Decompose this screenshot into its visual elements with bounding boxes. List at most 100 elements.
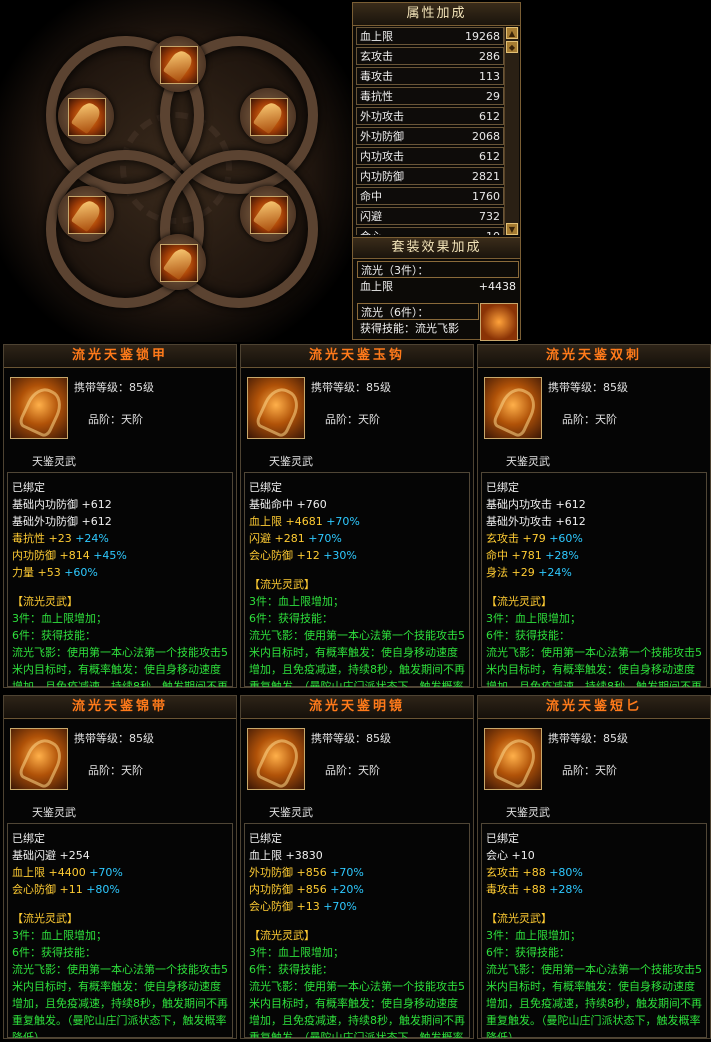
item-level: 携带等级：85级 [311,732,391,745]
attribute-name: 内功攻击 [360,150,404,163]
item-level: 携带等级：85级 [548,732,628,745]
armor-icon[interactable] [10,377,68,439]
set-tier6: 6件：获得技能： [12,946,96,959]
stat-value: +4400 [48,866,86,879]
hook-icon[interactable] [247,377,305,439]
mirror-icon [250,98,288,136]
stat-bonus: +24% [75,532,109,545]
skill-icon[interactable] [480,303,518,341]
attribute-name: 内功防御 [360,170,404,183]
scroll-up-icon[interactable]: ▲ [506,27,518,39]
skill-description: 流光飞影：使用第一本心法第一个技能攻击5米内目标时，有概率触发：使自身移动速度增… [12,646,228,688]
stat-bonus: +24% [538,566,572,579]
item-card: 流光天鉴锁甲 携带等级：85级 品阶：天阶 天鉴灵武 已绑定 基础内功防御 +612 基础… [3,344,237,688]
item-bound-status: 已绑定 [249,832,282,845]
stat-value: +612 [555,498,586,511]
item-card: 流光天鉴短匕 携带等级：85级 品阶：天阶 天鉴灵武 已绑定 会心 +10 玄攻击 +88… [477,695,711,1039]
sash-icon [160,244,198,282]
stat-name: 玄攻击 [486,532,519,545]
attribute-name: 外功防御 [360,130,404,143]
item-details: 已绑定 血上限 +3830 外功防御 +856 +70% 内功防御 +856 +20… [244,823,470,1038]
attribute-row: 血上限 19268 [356,27,504,45]
stat-bonus: +70% [308,532,342,545]
stat-bonus: +70% [89,866,123,879]
attribute-row: 外功攻击 612 [356,107,504,125]
slot-mirror[interactable] [240,88,296,144]
set-name: 【流光灵武】 [249,578,315,591]
double-dagger-icon[interactable] [484,377,542,439]
stat-row: 会心防御 +12 +30% [249,547,466,564]
attribute-value: 19268 [465,30,500,43]
attribute-name: 外功攻击 [360,110,404,123]
attribute-row: 内功防御 2821 [356,167,504,185]
attribute-list[interactable]: 血上限 19268 玄攻击 286 毒攻击 113 毒抗性 29 外功攻击 612 外功防御 2068… [356,27,504,235]
attribute-row: 玄攻击 286 [356,47,504,65]
attribute-value: 29 [486,90,500,103]
item-rank: 品阶：天阶 [325,413,380,426]
dagger-icon[interactable] [484,728,542,790]
stat-value: +3830 [285,849,323,862]
attribute-row: 内功攻击 612 [356,147,504,165]
stat-name: 基础外功攻击 [486,515,552,528]
item-details: 已绑定 会心 +10 玄攻击 +88 +80% 毒攻击 +88 +28% 【流光灵武】… [481,823,707,1038]
item-bound-status: 已绑定 [12,832,45,845]
item-bound-status: 已绑定 [12,481,45,494]
set-name: 【流光灵武】 [486,912,552,925]
stat-bonus: +70% [323,900,357,913]
set-tier6: 6件：获得技能： [486,946,570,959]
stat-bonus: +70% [326,515,360,528]
slot-claw[interactable] [240,186,296,242]
stat-name: 会心防御 [12,883,56,896]
attribute-name: 毒抗性 [360,90,393,103]
stat-row: 身法 +29 +24% [486,564,703,581]
set-name: 【流光灵武】 [249,929,315,942]
item-title: 流光天鉴明镜 [241,696,473,719]
slot-armor[interactable] [58,88,114,144]
skill-description: 流光飞影：使用第一本心法第一个技能攻击5米内目标时，有概率触发：使自身移动速度增… [249,629,465,688]
stat-value: +53 [37,566,61,579]
slot-dagger[interactable] [58,186,114,242]
stat-row: 外功防御 +856 +70% [249,864,466,881]
attribute-value: 612 [479,150,500,163]
stat-bonus: +70% [330,866,364,879]
attribute-value: 2821 [472,170,500,183]
item-title: 流光天鉴锦带 [4,696,236,719]
attribute-value: 10 [486,228,500,235]
tier6-label: 流光（6件）： [357,303,479,320]
stat-row: 命中 +781 +28% [486,547,703,564]
tier3-label: 流光（3件）： [357,261,519,278]
attribute-row: 闪避 732 [356,207,504,225]
stat-value: +88 [522,866,546,879]
sash-icon[interactable] [10,728,68,790]
stat-name: 命中 [486,549,508,562]
set-tier6: 6件：获得技能： [486,629,570,642]
tier3-stat-row: 血上限 +4438 [357,278,519,296]
stat-value: +79 [522,532,546,545]
set-name: 【流光灵武】 [12,912,78,925]
stat-row: 基础命中 +760 [249,496,466,513]
stat-row: 会心防御 +11 +80% [12,881,229,898]
set-tier3: 3件：血上限增加； [249,946,344,959]
item-card: 流光天鉴双刺 携带等级：85级 品阶：天阶 天鉴灵武 已绑定 基础内功攻击 +612 基础… [477,344,711,688]
stat-row: 会心 +10 [486,847,703,864]
attribute-row: 毒抗性 29 [356,87,504,105]
attribute-value: 286 [479,50,500,63]
stat-bonus: +30% [323,549,357,562]
attribute-scrollbar[interactable]: ▲ ◆ ▼ [504,27,519,235]
mirror-icon[interactable] [247,728,305,790]
set-tier3: 3件：血上限增加； [249,595,344,608]
stat-name: 基础外功防御 [12,515,78,528]
stat-value: +23 [48,532,72,545]
attribute-name: 会心 [360,228,382,235]
slot-hook[interactable] [150,36,206,92]
slot-sash[interactable] [150,234,206,290]
scroll-down-icon[interactable]: ▼ [506,223,518,235]
scroll-thumb[interactable]: ◆ [506,41,518,53]
stat-value: +612 [81,515,112,528]
attribute-name: 命中 [360,190,382,203]
item-level: 携带等级：85级 [74,732,154,745]
stat-row: 内功防御 +856 +20% [249,881,466,898]
equipment-wheel [0,0,352,342]
item-bound-status: 已绑定 [486,481,519,494]
stat-name: 血上限 [249,515,282,528]
